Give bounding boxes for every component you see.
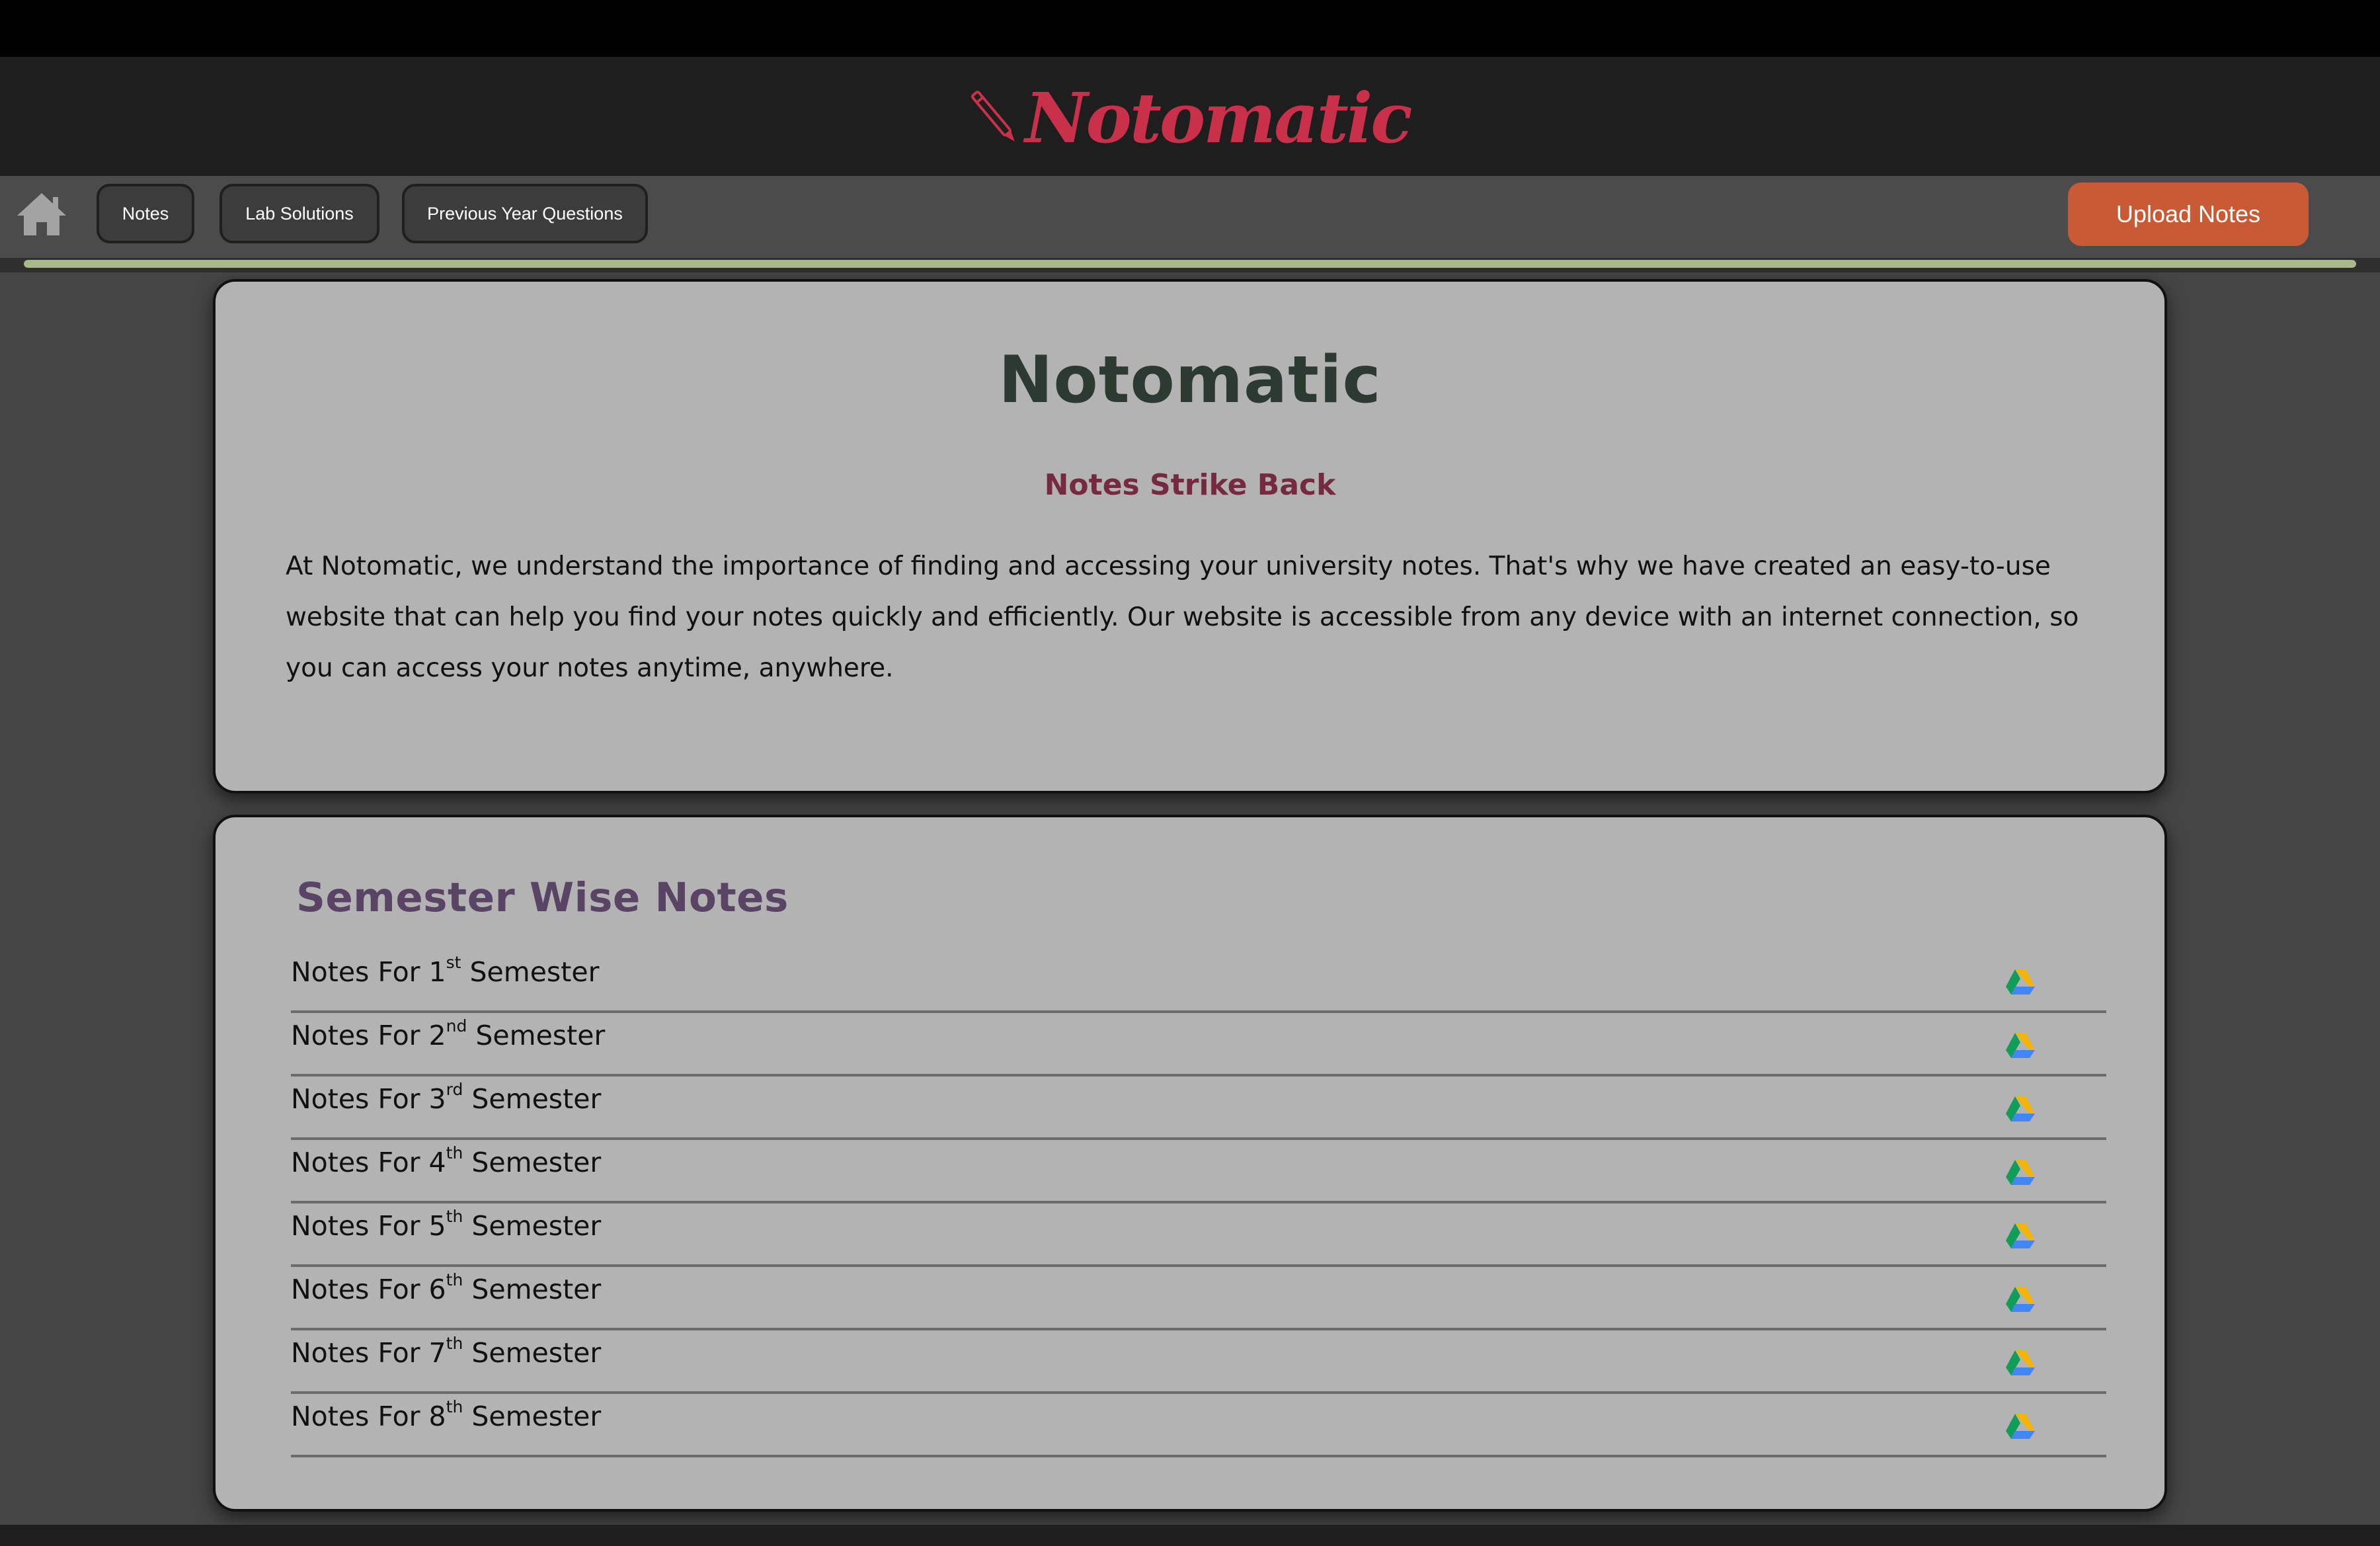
google-drive-icon[interactable] — [2004, 1032, 2036, 1059]
google-drive-icon[interactable] — [2004, 1095, 2036, 1123]
semester-label: Notes For 6th Semester — [291, 1270, 602, 1305]
semester-row-8[interactable]: Notes For 8th Semester — [291, 1394, 2106, 1457]
nav-lab-solutions-button[interactable]: Lab Solutions — [219, 184, 379, 243]
semester-label: Notes For 5th Semester — [291, 1207, 602, 1242]
semester-notes-card: Semester Wise Notes Notes For 1st Semest… — [213, 815, 2167, 1512]
semester-label: Notes For 2nd Semester — [291, 1016, 606, 1051]
site-logo[interactable]: Notomatic — [969, 77, 1413, 159]
site-header: Notomatic — [0, 57, 2380, 176]
bottom-bar — [0, 1525, 2380, 1546]
google-drive-icon[interactable] — [2004, 968, 2036, 996]
semester-label: Notes For 1st Semester — [291, 953, 600, 988]
semester-label: Notes For 8th Semester — [291, 1397, 602, 1432]
google-drive-icon[interactable] — [2004, 1285, 2036, 1313]
nav-notes-button[interactable]: Notes — [97, 184, 194, 243]
google-drive-icon[interactable] — [2004, 1412, 2036, 1440]
semester-row-2[interactable]: Notes For 2nd Semester — [291, 1013, 2106, 1077]
semester-row-5[interactable]: Notes For 5th Semester — [291, 1203, 2106, 1267]
top-black-bar — [0, 0, 2380, 57]
pencil-icon — [971, 91, 1015, 142]
scroll-progress-fill — [24, 260, 2356, 268]
google-drive-icon[interactable] — [2004, 1349, 2036, 1377]
hero-description: At Notomatic, we understand the importan… — [286, 551, 2079, 683]
semester-label: Notes For 7th Semester — [291, 1334, 602, 1369]
semester-row-3[interactable]: Notes For 3rd Semester — [291, 1077, 2106, 1140]
upload-notes-button[interactable]: Upload Notes — [2068, 183, 2309, 246]
semester-row-4[interactable]: Notes For 4th Semester — [291, 1140, 2106, 1203]
semester-label: Notes For 3rd Semester — [291, 1080, 602, 1115]
google-drive-icon[interactable] — [2004, 1159, 2036, 1186]
nav-previous-year-questions-button[interactable]: Previous Year Questions — [402, 184, 648, 243]
scroll-progress-bar — [24, 260, 2356, 268]
semester-row-6[interactable]: Notes For 6th Semester — [291, 1267, 2106, 1330]
semester-row-1[interactable]: Notes For 1st Semester — [291, 950, 2106, 1013]
hero-subtitle: Notes Strike Back — [1044, 468, 1336, 502]
google-drive-icon[interactable] — [2004, 1222, 2036, 1250]
semester-list: Notes For 1st Semester Notes For 2nd Sem… — [291, 950, 2106, 1457]
nav-bar: Notes Lab Solutions Previous Year Questi… — [0, 176, 2380, 258]
logo-text: Notomatic — [1025, 77, 1412, 159]
hero-title: Notomatic — [998, 343, 1382, 418]
home-icon — [17, 193, 66, 235]
semester-row-7[interactable]: Notes For 7th Semester — [291, 1330, 2106, 1394]
section-title: Semester Wise Notes — [296, 874, 789, 921]
home-button[interactable] — [15, 188, 69, 242]
hero-card: Notomatic Notes Strike Back At Notomatic… — [213, 279, 2167, 793]
semester-label: Notes For 4th Semester — [291, 1143, 602, 1178]
